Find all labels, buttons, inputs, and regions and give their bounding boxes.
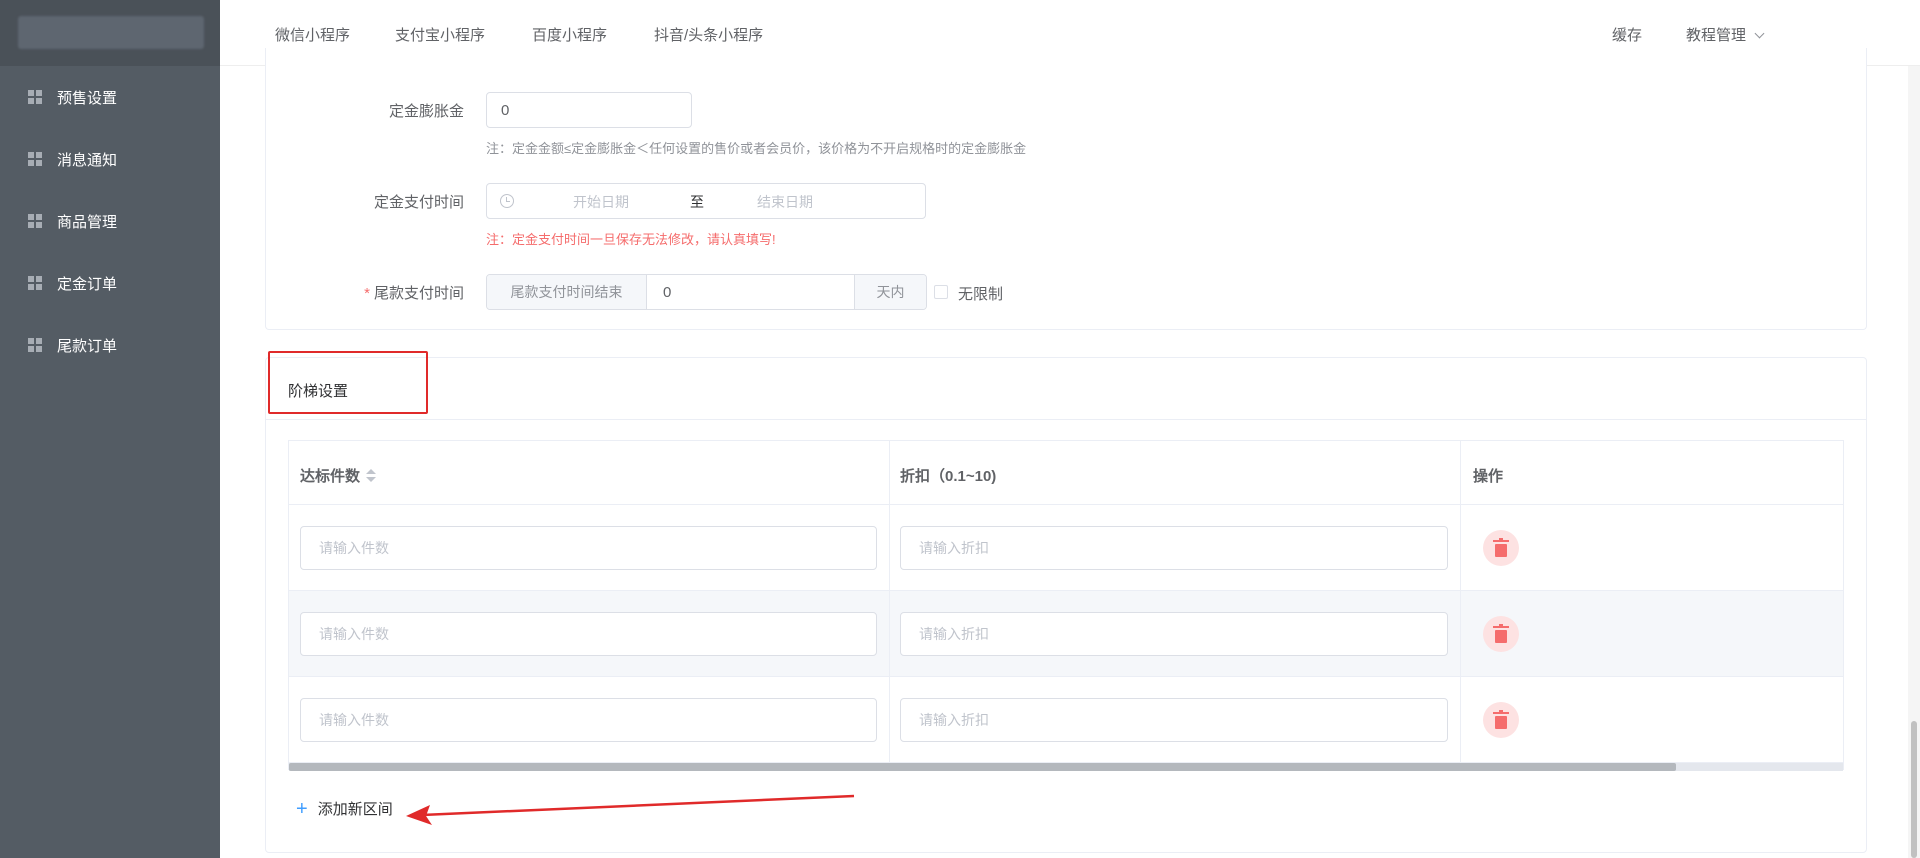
discount-input[interactable]: 请输入折扣 — [900, 526, 1448, 570]
logo-image — [18, 16, 204, 49]
final-time-days-input[interactable]: 0 — [647, 275, 854, 309]
delete-button[interactable] — [1483, 530, 1519, 566]
deposit-expand-input[interactable]: 0 — [486, 92, 692, 128]
deposit-time-range-picker[interactable]: 开始日期 至 结束日期 — [486, 183, 926, 219]
sidebar-item-label: 商品管理 — [57, 213, 118, 231]
column-divider — [889, 441, 890, 769]
tier-settings-header: 阶梯设置 — [266, 358, 1866, 420]
deposit-expand-note: 注：定金金额≤定金膨胀金＜任何设置的售价或者会员价，该价格为不开启规格时的定金膨… — [486, 141, 1027, 156]
tab-alipay-miniprogram[interactable]: 支付宝小程序 — [395, 24, 485, 45]
annotation-arrow-line — [421, 794, 855, 817]
discount-input[interactable]: 请输入折扣 — [900, 698, 1448, 742]
quantity-input[interactable]: 请输入件数 — [300, 698, 877, 742]
final-time-label: * 尾款支付时间 — [264, 282, 464, 303]
tab-douyin-miniprogram[interactable]: 抖音/头条小程序 — [654, 24, 763, 45]
grid-icon — [28, 214, 42, 228]
grid-icon — [28, 338, 42, 352]
trash-icon — [1493, 709, 1509, 729]
column-header-actions: 操作 — [1473, 468, 1504, 485]
tutorial-dropdown[interactable]: 教程管理 — [1686, 24, 1765, 45]
unlimited-label[interactable]: 无限制 — [958, 283, 1003, 304]
deposit-time-label: 定金支付时间 — [373, 194, 464, 211]
trash-icon — [1493, 537, 1509, 557]
sidebar-item-label: 定金订单 — [57, 275, 118, 293]
table-row: 请输入件数 请输入折扣 — [289, 591, 1843, 677]
delete-button[interactable] — [1483, 616, 1519, 652]
sidebar-item-deposit-orders[interactable]: 定金订单 — [0, 252, 220, 314]
final-time-label-text: 尾款支付时间 — [373, 285, 464, 302]
column-header-discount: 折扣（0.1~10) — [900, 468, 997, 485]
tier-table: 达标件数 折扣（0.1~10) 操作 请输入件数 请输入折扣 请输入件数 请输入… — [288, 440, 1844, 771]
column-divider — [1460, 441, 1461, 769]
start-date-input[interactable]: 开始日期 — [573, 192, 629, 212]
sidebar-item-products[interactable]: 商品管理 — [0, 190, 220, 252]
plus-icon: + — [296, 797, 308, 820]
table-row: 请输入件数 请输入折扣 — [289, 677, 1843, 763]
delete-button[interactable] — [1483, 702, 1519, 738]
quantity-input[interactable]: 请输入件数 — [300, 526, 877, 570]
page-scrollbar-thumb[interactable] — [1911, 721, 1917, 858]
column-header-quantity-label: 达标件数 — [300, 468, 361, 485]
discount-input[interactable]: 请输入折扣 — [900, 612, 1448, 656]
deposit-time-note: 注：定金支付时间一旦保存无法修改，请认真填写! — [486, 232, 776, 247]
tab-wechat-miniprogram[interactable]: 微信小程序 — [275, 24, 350, 45]
cache-button[interactable]: 缓存 — [1612, 24, 1642, 45]
grid-icon — [28, 152, 42, 166]
required-mark: * — [364, 285, 370, 302]
add-range-label: 添加新区间 — [317, 801, 393, 818]
trash-icon — [1493, 623, 1509, 643]
sidebar-item-presale-settings[interactable]: 预售设置 — [0, 66, 220, 128]
deposit-expand-label: 定金膨胀金 — [388, 103, 464, 120]
end-date-input[interactable]: 结束日期 — [757, 192, 813, 212]
final-time-input-group: 尾款支付时间结束 0 天内 — [486, 274, 927, 310]
tier-table-header: 达标件数 折扣（0.1~10) 操作 — [289, 441, 1843, 505]
scrollbar-thumb[interactable] — [289, 763, 1676, 771]
tab-baidu-miniprogram[interactable]: 百度小程序 — [532, 24, 607, 45]
unlimited-checkbox[interactable] — [934, 285, 948, 299]
page-vertical-scrollbar[interactable] — [1908, 66, 1920, 858]
final-time-append: 天内 — [854, 275, 926, 309]
grid-icon — [28, 276, 42, 290]
annotation-highlight-box — [268, 351, 428, 414]
clock-icon — [500, 194, 514, 208]
sidebar-item-notifications[interactable]: 消息通知 — [0, 128, 220, 190]
sidebar-item-label: 尾款订单 — [57, 337, 118, 355]
chevron-down-icon — [1754, 28, 1765, 39]
column-header-quantity[interactable]: 达标件数 — [300, 465, 377, 486]
table-row: 请输入件数 请输入折扣 — [289, 505, 1843, 591]
sidebar: 预售设置 消息通知 商品管理 定金订单 尾款订单 — [0, 0, 220, 858]
grid-icon — [28, 90, 42, 104]
logo — [0, 0, 220, 66]
date-separator: 至 — [690, 194, 704, 210]
quantity-input[interactable]: 请输入件数 — [300, 612, 877, 656]
sidebar-item-label: 消息通知 — [57, 151, 118, 169]
table-horizontal-scrollbar[interactable] — [289, 763, 1843, 771]
tutorial-label: 教程管理 — [1686, 27, 1747, 44]
sort-icon[interactable] — [366, 469, 377, 483]
add-range-button[interactable]: + 添加新区间 — [296, 798, 393, 819]
sidebar-item-final-orders[interactable]: 尾款订单 — [0, 314, 220, 376]
sidebar-item-label: 预售设置 — [57, 89, 118, 107]
final-time-prepend: 尾款支付时间结束 — [487, 275, 647, 309]
annotation-arrow — [406, 794, 855, 825]
